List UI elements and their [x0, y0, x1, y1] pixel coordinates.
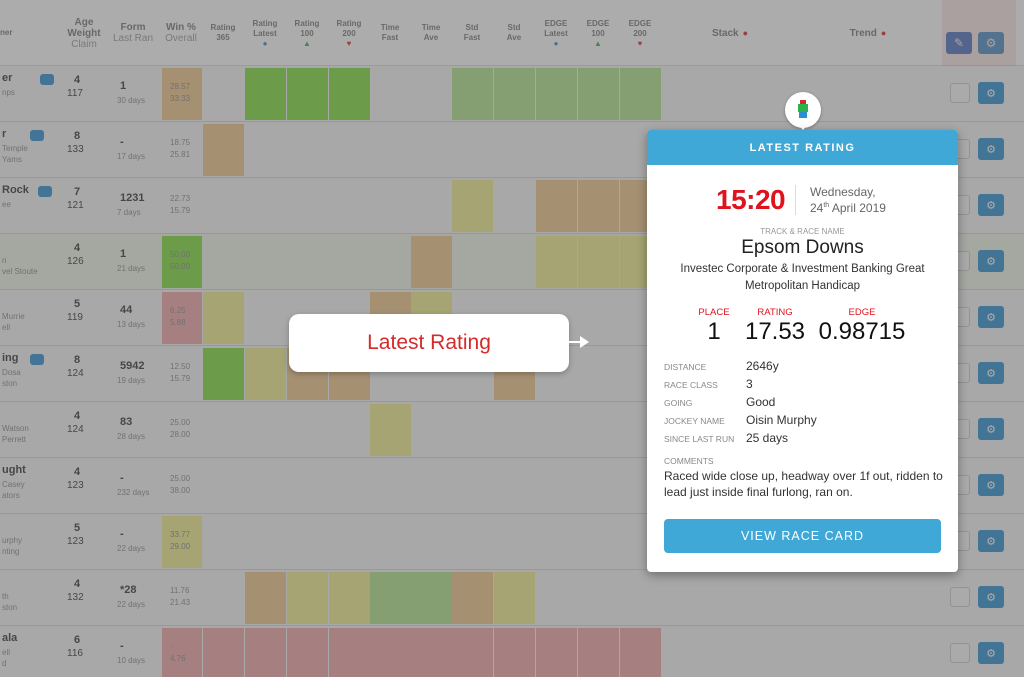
comments-text: Raced wide close up, headway over 1f out…: [664, 469, 943, 499]
track-label: TRACK & RACE NAME: [760, 227, 845, 236]
popup-title: LATEST RATING: [647, 130, 958, 165]
race-table-screen: ner AgeWeightClaim FormLast Ran Win %Ove…: [0, 0, 1024, 677]
jockey-label: JOCKEY NAME: [664, 416, 725, 426]
jockey-value: Oisin Murphy: [746, 413, 817, 427]
going-label: GOING: [664, 398, 693, 408]
divider: [795, 185, 796, 215]
distance-label: DISTANCE: [664, 362, 707, 372]
distance-value: 2646y: [746, 359, 779, 373]
arrow-right-icon: [569, 336, 589, 348]
race-name: Investec Corporate & Investment Banking …: [680, 263, 925, 292]
comments-label: COMMENTS: [664, 456, 714, 466]
edge-value: 0.98715: [818, 318, 906, 345]
track-name: Epsom Downs: [741, 237, 864, 258]
race-class-label: RACE CLASS: [664, 380, 718, 390]
view-race-card-button[interactable]: VIEW RACE CARD: [664, 519, 941, 553]
edge-label: EDGE: [848, 307, 876, 318]
since-last-run-label: SINCE LAST RUN: [664, 434, 735, 444]
rating-label: RATING: [757, 307, 793, 318]
race-day: Wednesday,: [810, 185, 876, 199]
going-value: Good: [746, 395, 776, 409]
race-class-value: 3: [746, 377, 753, 391]
race-date: 24th April 2019: [810, 201, 886, 215]
since-last-run-value: 25 days: [746, 431, 789, 445]
marker-pointer: [795, 121, 811, 130]
latest-rating-popup: LATEST RATING 15:20 Wednesday, 24th Apri…: [647, 130, 958, 572]
callout-text: Latest Rating: [367, 331, 491, 354]
race-time: 15:20: [716, 184, 786, 215]
tour-callout: Latest Rating: [289, 314, 569, 372]
